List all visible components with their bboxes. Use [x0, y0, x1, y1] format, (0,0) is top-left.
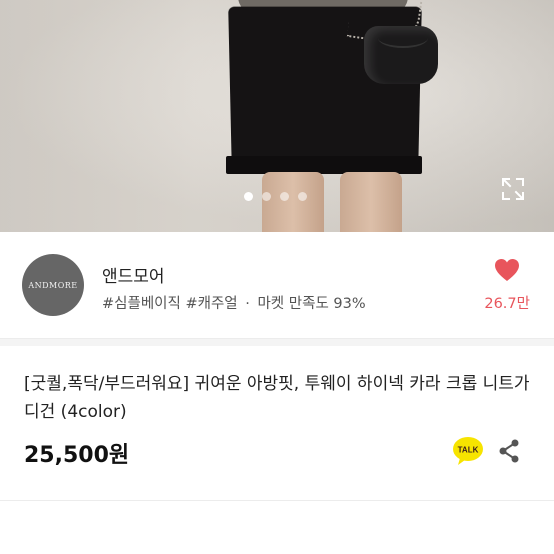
- heart-icon[interactable]: [494, 258, 520, 282]
- store-logo-text: ANDMORE: [28, 280, 78, 290]
- model-leg-right: [340, 172, 402, 232]
- store-tag-casual[interactable]: #캐주얼: [185, 296, 237, 312]
- gallery-dot-4[interactable]: [298, 192, 307, 201]
- product-title: [굿퀄,폭닥/부드러워요] 귀여운 아방핏, 투웨이 하이넥 카라 크롭 니트가…: [24, 374, 530, 422]
- handbag-fold: [378, 28, 428, 48]
- market-satisfaction: 마켓 만족도 93%: [257, 296, 366, 312]
- product-image-gallery[interactable]: [0, 0, 554, 232]
- store-tag-simple-basic[interactable]: #심플베이직: [102, 296, 181, 312]
- gallery-pagination: [244, 192, 307, 201]
- talk-label: TALK: [458, 446, 479, 455]
- like-count: 26.7만: [484, 296, 530, 312]
- tag-separator: ·: [245, 296, 250, 312]
- store-info-row[interactable]: ANDMORE 앤드모어 #심플베이직 #캐주얼 · 마켓 만족도 93% 26…: [0, 232, 554, 338]
- store-logo-avatar[interactable]: ANDMORE: [22, 254, 84, 316]
- store-tags: #심플베이직 #캐주얼 · 마켓 만족도 93%: [102, 292, 366, 313]
- model-leg-left: [262, 172, 324, 232]
- product-price: 25,500원: [24, 443, 130, 468]
- share-icon[interactable]: [497, 438, 521, 464]
- gallery-dot-3[interactable]: [280, 192, 289, 201]
- expand-icon[interactable]: [501, 177, 525, 201]
- gallery-dot-2[interactable]: [262, 192, 271, 201]
- kakao-talk-icon[interactable]: TALK: [452, 436, 484, 466]
- section-divider: [0, 338, 554, 346]
- bottom-divider: [0, 500, 554, 501]
- store-name[interactable]: 앤드모어: [102, 262, 165, 287]
- gallery-dot-1[interactable]: [244, 192, 253, 201]
